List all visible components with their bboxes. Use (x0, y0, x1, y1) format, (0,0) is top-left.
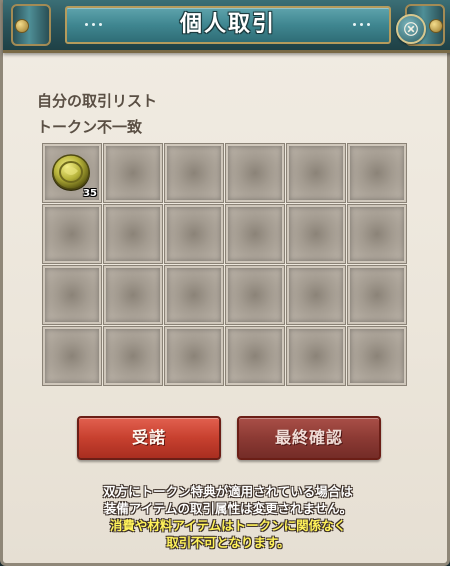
trade-slot[interactable] (348, 144, 406, 202)
close-button[interactable] (396, 14, 426, 44)
close-icon (404, 22, 418, 36)
trade-slot-grid: 35 (43, 144, 409, 390)
trade-slot[interactable] (43, 266, 101, 324)
notice-line-2: 装備アイテムの取引属性は変更されません。 (103, 501, 353, 516)
trade-slot[interactable] (287, 266, 345, 324)
trade-slot[interactable] (348, 266, 406, 324)
trade-slot[interactable] (165, 327, 223, 385)
trade-slot[interactable] (43, 205, 101, 263)
token-status-text: トークン不一致 (37, 118, 143, 136)
trade-slot[interactable] (348, 205, 406, 263)
notice-line-3: 消費や材料アイテムはトークンに関係なく (109, 518, 347, 533)
trade-list-heading: 自分の取引リスト (37, 92, 158, 110)
trade-slot[interactable] (165, 205, 223, 263)
notice-line-4: 取引不可となります。 (166, 535, 290, 550)
trade-slot[interactable] (226, 205, 284, 263)
trade-slot[interactable] (104, 205, 162, 263)
item-quantity: 35 (83, 188, 97, 199)
title-bar: 個人取引 (3, 0, 450, 53)
trade-slot[interactable] (104, 327, 162, 385)
trade-slot[interactable] (104, 144, 162, 202)
accept-button[interactable]: 受諾 (77, 416, 221, 460)
trade-window: 個人取引 自分の取引リスト トークン不一致 35 受諾 最終確認 双方にトークン… (0, 0, 450, 566)
trade-slot[interactable] (43, 327, 101, 385)
trade-slot[interactable] (287, 327, 345, 385)
trade-slot[interactable] (287, 144, 345, 202)
trade-slot[interactable] (348, 327, 406, 385)
title-ornament-left (11, 4, 51, 46)
trade-slot[interactable] (104, 266, 162, 324)
window-title: 個人取引 (179, 12, 276, 37)
trade-slot[interactable] (226, 144, 284, 202)
trade-slot[interactable] (165, 266, 223, 324)
final-confirm-button[interactable]: 最終確認 (237, 416, 381, 460)
trade-slot[interactable] (226, 266, 284, 324)
trade-slot[interactable] (165, 144, 223, 202)
trade-slot[interactable] (287, 205, 345, 263)
trade-slot[interactable] (226, 327, 284, 385)
notice-line-1: 双方にトークン特典が適用されている場合は (103, 484, 353, 499)
trade-slot[interactable]: 35 (43, 144, 101, 202)
